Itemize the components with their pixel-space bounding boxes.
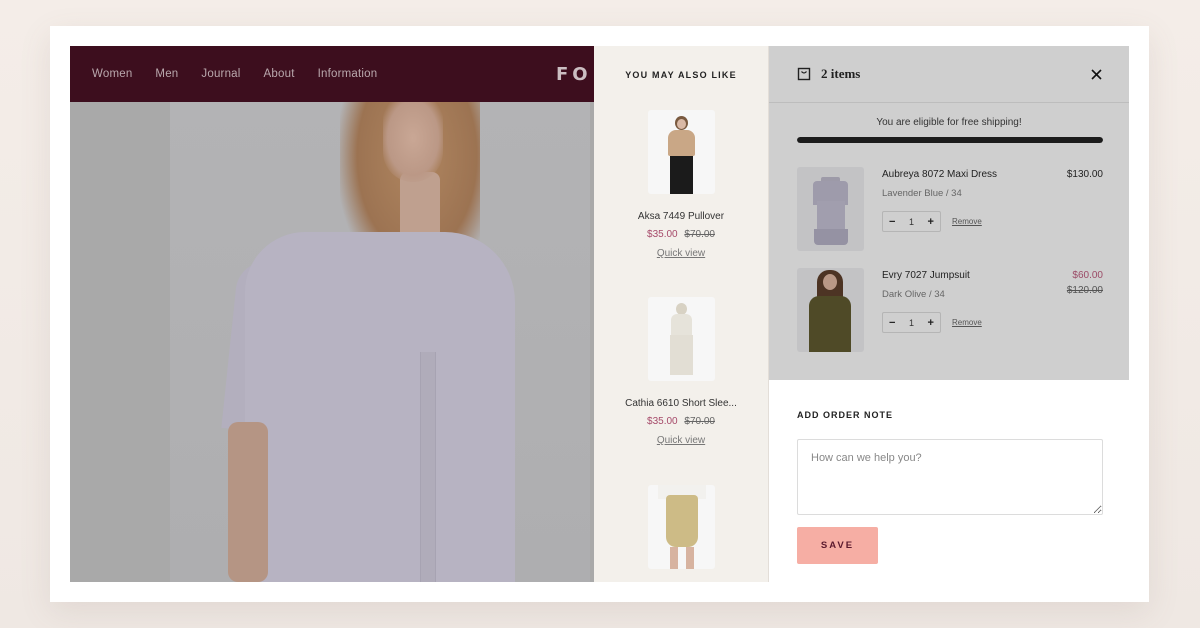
decrease-quantity-button[interactable]: − xyxy=(889,317,895,329)
cart-line-item: Evry 7027 Jumpsuit Dark Olive / 34 $60.0… xyxy=(797,268,1103,352)
recommendation-item: Cathia 6610 Short Slee... $35.00 $70.00 … xyxy=(594,297,768,448)
nav-item-journal[interactable]: Journal xyxy=(201,68,240,80)
product-thumbnail[interactable] xyxy=(647,485,715,569)
product-thumbnail[interactable] xyxy=(647,297,715,381)
line-item-variant: Dark Olive / 34 xyxy=(882,289,945,300)
storefront: Women Men Journal About Information FO xyxy=(70,46,594,582)
quantity-value[interactable]: 1 xyxy=(909,318,914,328)
original-price: $70.00 xyxy=(684,229,715,240)
line-item-sale-price: $60.00 xyxy=(1072,270,1103,281)
quick-view-link[interactable]: Quick view xyxy=(657,435,705,446)
order-note-input[interactable] xyxy=(797,439,1103,515)
nav-item-information[interactable]: Information xyxy=(318,68,378,80)
cart-items-section: 2 items You are eligible for free shippi… xyxy=(769,46,1129,380)
line-item-thumbnail[interactable] xyxy=(797,268,864,352)
cart-header: 2 items xyxy=(769,46,1129,103)
quantity-stepper: − 1 + xyxy=(882,312,941,333)
free-shipping-progress-fill xyxy=(797,137,1103,143)
recommendation-item: Aksa 7449 Pullover $35.00 $70.00 Quick v… xyxy=(594,110,768,261)
line-item-variant: Lavender Blue / 34 xyxy=(882,188,962,199)
decrease-quantity-button[interactable]: − xyxy=(889,216,895,228)
remove-item-link[interactable]: Remove xyxy=(952,318,982,327)
free-shipping-progress xyxy=(797,137,1103,143)
quick-view-link[interactable]: Quick view xyxy=(657,248,705,259)
line-item-name[interactable]: Evry 7027 Jumpsuit xyxy=(882,270,970,281)
product-thumbnail[interactable] xyxy=(647,110,715,194)
cart-item-count: 2 items xyxy=(821,66,861,81)
recommendations-panel: YOU MAY ALSO LIKE Aksa 7449 Pullover $35… xyxy=(594,46,769,582)
close-cart-button[interactable] xyxy=(1087,65,1105,83)
hero-product-image xyxy=(70,102,594,582)
close-icon xyxy=(1090,68,1102,80)
model-photo xyxy=(170,102,590,582)
remove-item-link[interactable]: Remove xyxy=(952,217,982,226)
quantity-value[interactable]: 1 xyxy=(909,217,914,227)
recommendation-item xyxy=(594,485,768,569)
site-header: Women Men Journal About Information FO xyxy=(70,46,594,102)
site-logo[interactable]: FO xyxy=(556,64,592,85)
increase-quantity-button[interactable]: + xyxy=(928,317,934,329)
shopping-bag-icon xyxy=(797,67,811,81)
increase-quantity-button[interactable]: + xyxy=(928,216,934,228)
recommendations-title: YOU MAY ALSO LIKE xyxy=(625,70,737,80)
line-item-thumbnail[interactable] xyxy=(797,167,864,251)
nav-item-men[interactable]: Men xyxy=(155,68,178,80)
free-shipping-message: You are eligible for free shipping! xyxy=(876,117,1022,128)
order-note-label: ADD ORDER NOTE xyxy=(797,410,894,420)
line-item-name[interactable]: Aubreya 8072 Maxi Dress xyxy=(882,169,997,180)
sale-price: $35.00 xyxy=(647,416,678,427)
line-item-price: $130.00 xyxy=(1066,169,1103,180)
nav-item-about[interactable]: About xyxy=(264,68,295,80)
sale-price: $35.00 xyxy=(647,229,678,240)
nav-item-women[interactable]: Women xyxy=(92,68,132,80)
save-note-button[interactable]: SAVE xyxy=(797,527,878,564)
recommendation-name[interactable]: Cathia 6610 Short Slee... xyxy=(594,398,768,409)
quantity-stepper: − 1 + xyxy=(882,211,941,232)
line-item-original-price: $120.00 xyxy=(1066,285,1103,296)
cart-line-item: Aubreya 8072 Maxi Dress Lavender Blue / … xyxy=(797,167,1103,251)
cart-drawer: 2 items You are eligible for free shippi… xyxy=(769,46,1129,582)
recommendation-name[interactable]: Aksa 7449 Pullover xyxy=(594,211,768,222)
original-price: $70.00 xyxy=(684,416,715,427)
